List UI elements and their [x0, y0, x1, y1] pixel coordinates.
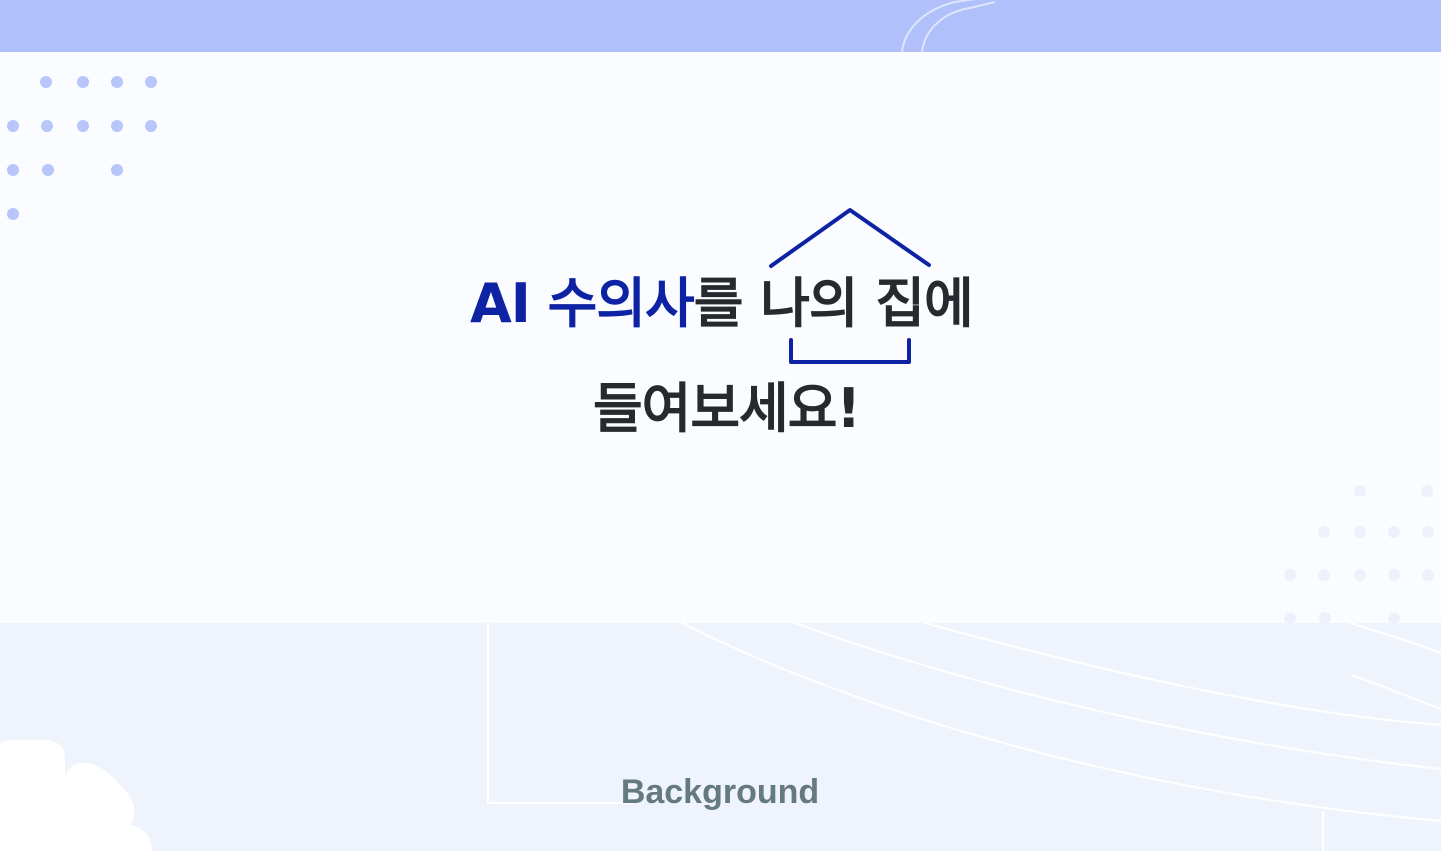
top-arc-decoration	[901, 0, 996, 52]
cloud-decoration	[0, 740, 152, 851]
headline-accent: AI 수의사	[470, 272, 695, 335]
headline-particle: 를	[693, 272, 761, 335]
house-base-icon	[789, 338, 911, 364]
background-section: Background	[0, 623, 1441, 851]
headline: AI 수의사를 나의 집에 들여보세요!	[0, 52, 1441, 623]
headline-line-2: 들여보세요!	[593, 377, 861, 440]
hero-card: AI 수의사를 나의 집에 들여보세요!	[0, 52, 1441, 623]
background-lines-decoration	[0, 623, 1441, 851]
section-label: Background	[620, 773, 820, 811]
house-roof-icon	[769, 208, 931, 268]
headline-line-1: AI 수의사를 나의 집에	[470, 272, 974, 335]
top-banner	[0, 0, 1441, 52]
headline-home-text: 나의 집에	[760, 272, 974, 335]
